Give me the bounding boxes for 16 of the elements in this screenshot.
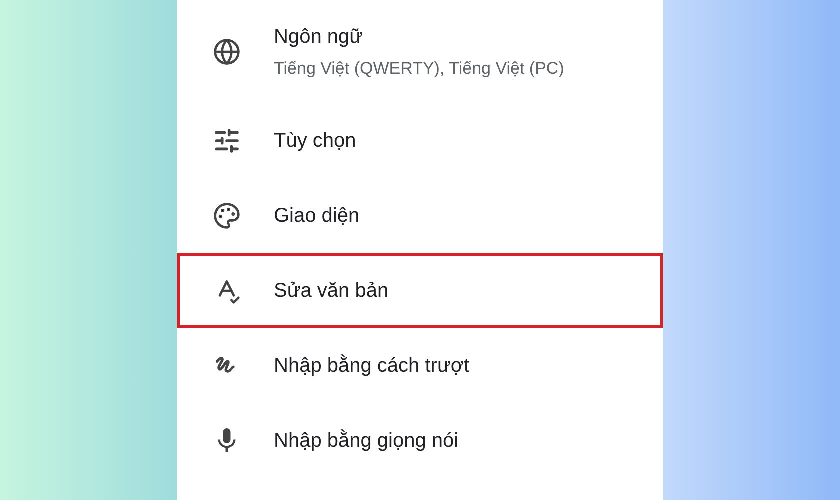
item-title: Ngôn ngữ	[274, 24, 364, 50]
settings-item[interactable]: Nhập bằng cách trượt	[177, 328, 663, 403]
item-title: Nhập bằng cách trượt	[274, 354, 470, 378]
item-title: Nhập bằng giọng nói	[274, 428, 459, 454]
item-title: Sửa văn bản	[274, 278, 389, 304]
settings-item[interactable]: Tùy chọn	[177, 103, 663, 178]
sliders-icon	[213, 126, 241, 154]
settings-item[interactable]: Giao diện	[177, 178, 663, 253]
item-title: Giao diện	[274, 204, 360, 228]
settings-item[interactable]: Sửa văn bản	[177, 253, 663, 328]
settings-item[interactable]: Nhập bằng giọng nói	[177, 403, 663, 478]
palette-icon	[213, 202, 241, 230]
item-title: Tùy chọn	[274, 128, 356, 154]
item-subtitle: Tiếng Việt (QWERTY), Tiếng Việt (PC)	[274, 58, 564, 80]
globe-icon	[213, 38, 241, 66]
settings-item[interactable]: Ngôn ngữ Tiếng Việt (QWERTY), Tiếng Việt (PC)	[177, 0, 663, 103]
